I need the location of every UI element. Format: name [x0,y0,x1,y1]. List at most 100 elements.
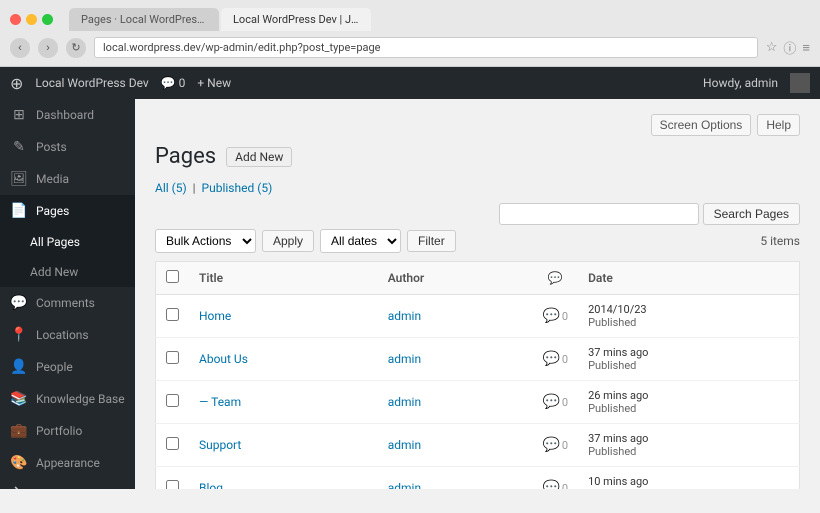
comment-bubble-icon-blog: 💬 [542,480,559,489]
table-row: Support admin 💬0 37 mins agoPublished [156,424,800,467]
comment-count-support: 0 [562,439,568,452]
bookmark-icon: ☆ [766,40,778,55]
row-checkbox-support[interactable] [166,437,179,450]
select-all-header [156,262,190,295]
page-title-support[interactable]: Support [199,438,241,452]
table-header-row: Title Author 💬 Date [156,262,800,295]
author-blog[interactable]: admin [388,481,421,489]
wp-logo-icon[interactable]: ⊕ [10,74,23,93]
select-all-checkbox[interactable] [166,270,179,283]
comment-bubble-icon-team: 💬 [542,394,559,410]
table-row: About Us admin 💬0 37 mins agoPublished [156,338,800,381]
sidebar: ⊞ Dashboard ✎ Posts 🖼 Media 📄 Pages All … [0,99,135,489]
tab-close-1[interactable]: ✕ [217,13,219,26]
comments-icon: 💬 [10,295,28,311]
title-header: Title [189,262,378,295]
sidebar-item-posts[interactable]: ✎ Posts [0,131,135,163]
browser-tab-1[interactable]: Pages · Local WordPress · ✕ [69,8,219,31]
sidebar-item-add-new-page[interactable]: Add New [0,257,135,287]
filter-button[interactable]: Filter [407,230,456,252]
apply-button-top[interactable]: Apply [262,230,314,252]
page-title-blog[interactable]: Blog [199,481,223,489]
main-content: Screen Options Help Pages Add New All (5… [135,99,820,489]
dot-yellow[interactable] [26,14,37,25]
screen-options-bar: Screen Options Help [155,114,800,136]
date-header: Date [578,262,799,295]
comment-count-home: 0 [562,310,568,323]
top-toolbar: Bulk Actions Apply All dates Filter 5 it… [155,229,800,253]
comment-bubble-icon-about-us: 💬 [542,351,559,367]
comment-count-blog: 0 [562,482,568,490]
date-home: 2014/10/23 [588,303,789,316]
comments-count[interactable]: 💬 0 [161,76,186,90]
page-header: Pages Add New [155,144,800,169]
date-filter-select[interactable]: All dates [320,229,401,253]
new-content-btn[interactable]: + New [197,76,231,90]
page-title-home[interactable]: Home [199,309,231,323]
page-title-team[interactable]: — Team [199,395,241,409]
knowledge-base-icon: 📚 [10,391,28,407]
posts-icon: ✎ [10,139,28,155]
sidebar-item-people[interactable]: 👤 People [0,351,135,383]
author-header: Author [378,262,533,295]
date-support: 37 mins ago [588,432,789,445]
author-support[interactable]: admin [388,438,421,452]
pages-icon: 📄 [10,203,28,219]
wp-admin-layout: ⊞ Dashboard ✎ Posts 🖼 Media 📄 Pages All … [0,99,820,489]
row-checkbox-about-us[interactable] [166,351,179,364]
dot-green[interactable] [42,14,53,25]
comment-bubble-icon-support: 💬 [542,437,559,453]
sidebar-item-portfolio[interactable]: 💼 Portfolio [0,415,135,447]
comments-header: 💬 [532,262,578,295]
sidebar-item-pages[interactable]: 📄 Pages [0,195,135,227]
browser-tab-2[interactable]: Local WordPress Dev | Jus… ✕ [221,8,371,31]
date-team: 26 mins ago [588,389,789,402]
sidebar-item-comments[interactable]: 💬 Comments [0,287,135,319]
browser-chrome: Pages · Local WordPress · ✕ Local WordPr… [0,0,820,67]
sidebar-item-appearance[interactable]: 🎨 Appearance [0,447,135,479]
table-row: Home admin 💬0 2014/10/23Published [156,295,800,338]
author-team[interactable]: admin [388,395,421,409]
search-pages-button[interactable]: Search Pages [703,203,800,225]
filter-all-link[interactable]: All (5) [155,181,190,195]
sidebar-item-dashboard[interactable]: ⊞ Dashboard [0,99,135,131]
row-checkbox-blog[interactable] [166,480,179,489]
comment-count-team: 0 [562,396,568,409]
search-input[interactable] [499,203,699,225]
sidebar-item-media[interactable]: 🖼 Media [0,163,135,195]
sidebar-item-locations[interactable]: 📍 Locations [0,319,135,351]
dashboard-icon: ⊞ [10,107,28,123]
author-about-us[interactable]: admin [388,352,421,366]
help-button[interactable]: Help [757,114,800,136]
menu-icon: ≡ [802,40,810,56]
back-button[interactable]: ‹ [10,38,30,58]
table-row: — Team admin 💬0 26 mins agoPublished [156,381,800,424]
sidebar-item-knowledge-base[interactable]: 📚 Knowledge Base [0,383,135,415]
url-bar[interactable]: local.wordpress.dev/wp-admin/edit.php?po… [94,37,758,58]
pages-table: Title Author 💬 Date Home admin 💬0 2014/1… [155,261,800,489]
author-home[interactable]: admin [388,309,421,323]
howdy-text: Howdy, admin [703,76,778,90]
sidebar-item-plugins[interactable]: 🔌 Plugins [0,479,135,489]
row-checkbox-home[interactable] [166,308,179,321]
comment-bubble-icon-home: 💬 [542,308,559,324]
table-row: Blog admin 💬0 10 mins agoPublished [156,467,800,490]
items-count-top: 5 items [760,234,800,248]
bulk-actions-select-top[interactable]: Bulk Actions [155,229,256,253]
forward-button[interactable]: › [38,38,58,58]
screen-options-button[interactable]: Screen Options [651,114,752,136]
filter-published-link[interactable]: Published (5) [202,181,273,195]
page-title-about-us[interactable]: About Us [199,352,248,366]
info-icon: ⓘ [783,38,796,57]
date-about-us: 37 mins ago [588,346,789,359]
row-checkbox-team[interactable] [166,394,179,407]
add-new-page-button[interactable]: Add New [226,147,292,167]
locations-icon: 📍 [10,327,28,343]
search-area: Search Pages [155,203,800,225]
sidebar-item-all-pages[interactable]: All Pages [0,227,135,257]
admin-avatar [790,73,810,93]
reload-button[interactable]: ↻ [66,38,86,58]
dot-red[interactable] [10,14,21,25]
site-name[interactable]: Local WordPress Dev [35,76,148,90]
browser-dots [10,14,53,25]
